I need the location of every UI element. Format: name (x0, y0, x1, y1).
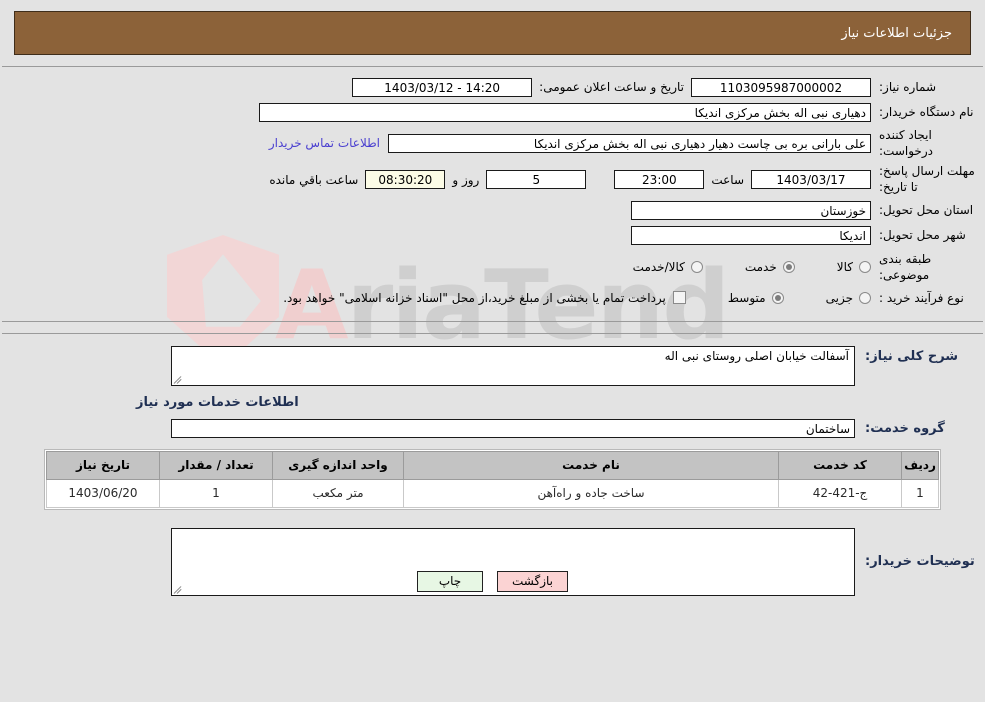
buyer-org-label: نام دستگاه خریدار: (879, 104, 974, 119)
page-title: جزئیات اطلاعات نیاز (841, 25, 952, 41)
service-items-table-wrapper: ردیف کد خدمت نام خدمت واحد اندازه گیری ت… (44, 448, 941, 510)
th-need-date: تاریخ نیاز (46, 450, 160, 480)
category-radio-group: کالا خدمت کالا/خدمت (591, 260, 871, 274)
city-label: شهر محل تحویل: (879, 228, 966, 243)
need-info-panel: شماره نیاز: 1103095987000002 تاریخ و ساع… (2, 66, 983, 322)
row-need-number: شماره نیاز: 1103095987000002 تاریخ و ساع… (2, 77, 983, 97)
remaining-time-value: 08:30:20 (365, 170, 446, 190)
remaining-time-label: ساعت باقي مانده (269, 172, 359, 187)
cell-need-date: 1403/06/20 (46, 478, 160, 508)
public-announce-value: 14:20 - 1403/03/12 (352, 77, 533, 97)
category-option-khedmat[interactable]: خدمت (745, 260, 795, 274)
process-option-label: جزیی (825, 290, 853, 305)
process-label: نوع فرآیند خرید : (879, 290, 964, 305)
general-description-value: آسفالت خیابان اصلی روستای نبی اله (664, 348, 849, 363)
category-option-label: خدمت (744, 259, 777, 274)
page-root: جزئیات اطلاعات نیاز شماره نیاز: 11030959… (0, 11, 985, 606)
buyer-notes-label: توضیحات خریدار: (865, 553, 975, 569)
row-city: شهر محل تحویل: اندیکا (2, 226, 983, 246)
category-option-kala-khedmat[interactable]: کالا/خدمت (633, 260, 703, 274)
th-service-code: کد خدمت (778, 450, 902, 480)
process-option-motevaset[interactable]: متوسط (728, 291, 784, 305)
footer-actions: بازگشت چاپ (0, 570, 985, 592)
process-radio-group: جزیی متوسط (686, 291, 871, 305)
print-button[interactable]: چاپ (417, 570, 483, 592)
cell-service-code: ج-421-42 (778, 478, 902, 508)
service-group-label: گروه خدمت: (865, 421, 945, 437)
back-button[interactable]: بازگشت (497, 570, 568, 592)
province-value: خوزستان (631, 201, 871, 221)
table-row: 1 ج-421-42 ساخت جاده و راه‌آهن متر مکعب … (46, 478, 939, 508)
page-header-bar: جزئیات اطلاعات نیاز (14, 11, 971, 55)
row-service-group: گروه خدمت: ساختمان (2, 419, 983, 439)
radio-icon[interactable] (782, 260, 795, 273)
general-description-textarea[interactable]: آسفالت خیابان اصلی روستای نبی اله (171, 345, 855, 386)
category-label: طبقه بندی موضوعی: (879, 251, 932, 282)
th-quantity: تعداد / مقدار (159, 450, 273, 480)
th-unit: واحد اندازه گیری (272, 450, 404, 480)
row-deadline: مهلت ارسال پاسخ: تا تاریخ: 1403/03/17 سا… (2, 164, 983, 195)
radio-icon[interactable] (859, 291, 871, 304)
cell-service-name: ساخت جاده و راه‌آهن (403, 478, 779, 508)
th-radif: ردیف (901, 450, 939, 480)
category-option-label: کالا/خدمت (632, 259, 685, 274)
service-group-value: ساختمان (171, 419, 855, 439)
row-process-type: نوع فرآیند خرید : جزیی متوسط پرداخت تمام… (2, 288, 983, 308)
category-option-kala[interactable]: کالا (837, 260, 871, 274)
process-option-label: متوسط (727, 290, 766, 305)
category-option-label: کالا (836, 259, 853, 274)
buyer-org-value: دهیاری نبی اله بخش مرکزی اندیکا (259, 102, 871, 122)
description-panel: شرح کلی نیاز: آسفالت خیابان اصلی روستای … (2, 332, 983, 606)
row-category: طبقه بندی موضوعی: کالا خدمت کالا/خدمت (2, 251, 983, 283)
row-buyer-org: نام دستگاه خریدار: دهیاری نبی اله بخش مر… (2, 102, 983, 122)
deadline-label: مهلت ارسال پاسخ: تا تاریخ: (879, 164, 975, 194)
creator-value: علی بارانی بره بی چاست دهیار دهیاری نبی … (388, 133, 871, 153)
city-value: اندیکا (631, 226, 871, 246)
table-header-row: ردیف کد خدمت نام خدمت واحد اندازه گیری ت… (46, 450, 939, 480)
buyer-contact-link[interactable]: اطلاعات تماس خریدار (261, 136, 388, 150)
general-description-label: شرح کلی نیاز: (865, 348, 959, 364)
process-option-jozii[interactable]: جزیی (826, 291, 871, 305)
cell-quantity: 1 (159, 478, 273, 508)
creator-label: ایجاد کننده درخواست: (879, 128, 933, 159)
treasury-docs-note: پرداخت تمام یا بخشی از مبلغ خرید،از محل … (283, 290, 666, 305)
radio-icon[interactable] (690, 260, 703, 273)
need-number-value: 1103095987000002 (691, 77, 871, 97)
province-label: استان محل تحویل: (879, 203, 974, 218)
cell-unit: متر مکعب (272, 478, 404, 508)
need-number-label: شماره نیاز: (879, 79, 936, 94)
deadline-hour-value: 23:00 (614, 170, 705, 190)
public-announce-label: تاریخ و ساعت اعلان عمومی: (539, 80, 684, 94)
deadline-date-value: 1403/03/17 (751, 170, 871, 190)
treasury-docs-checkbox[interactable] (672, 291, 686, 305)
service-items-table: ردیف کد خدمت نام خدمت واحد اندازه گیری ت… (46, 450, 939, 508)
th-service-name: نام خدمت (403, 450, 779, 480)
row-creator: ایجاد کننده درخواست: علی بارانی بره بی چ… (2, 127, 983, 159)
resize-grip-icon[interactable] (173, 374, 184, 384)
radio-icon[interactable] (859, 260, 871, 273)
remaining-days-label: روز و (452, 172, 480, 187)
cell-radif: 1 (901, 478, 939, 508)
deadline-hour-label: ساعت (711, 172, 744, 187)
services-section-title: اطلاعات خدمات مورد نیاز (136, 394, 299, 410)
radio-icon[interactable] (771, 291, 784, 304)
remaining-days-value: 5 (486, 170, 587, 190)
row-province: استان محل تحویل: خوزستان (2, 201, 983, 221)
row-general-description: شرح کلی نیاز: آسفالت خیابان اصلی روستای … (2, 345, 983, 386)
